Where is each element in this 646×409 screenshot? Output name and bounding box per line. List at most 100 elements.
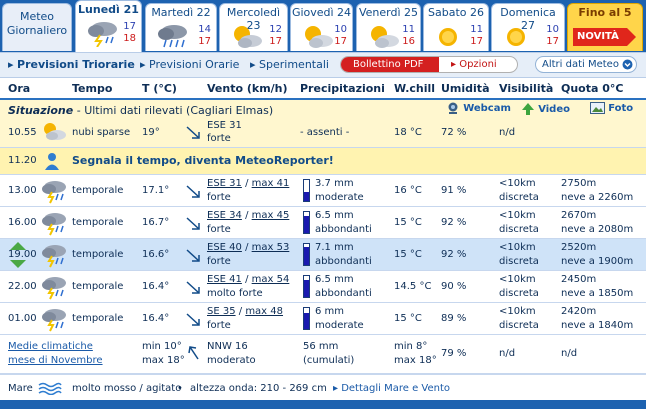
row-prec-desc: moderate [315, 192, 364, 203]
header-ora: Ora [8, 82, 31, 95]
row-temp: 16.4° [142, 313, 170, 324]
novita-badge-text: NOVITÀ [577, 31, 619, 42]
tab-day-giovedi[interactable]: Giovedì 24 10 17 [290, 3, 353, 51]
tab-meteo-giornaliero[interactable]: Meteo Giornaliero [2, 3, 72, 51]
bottom-border [0, 400, 646, 409]
tab-temp-low: 17 [470, 36, 483, 47]
storm-rain-icon [42, 181, 66, 204]
mare-bullet: • [177, 383, 183, 394]
tab-temp-high: 10 [334, 24, 347, 35]
tab-temp-high: 10 [546, 24, 559, 35]
row-neve: neve a 2260m [561, 192, 634, 203]
toolbar: ▸ Previsioni Triorarie ▸ Previsioni Orar… [0, 52, 646, 78]
row-wind: ESE 34 / max 45 [207, 210, 290, 221]
row-prec-desc: moderate [315, 320, 364, 331]
tab-day-venerdi[interactable]: Venerdì 25 11 16 [356, 3, 421, 51]
tab-day-martedi[interactable]: Martedì 22 14 17 [145, 3, 217, 51]
day-tab-bar: Meteo Giornaliero Lunedì 21 17 18 Martedì… [0, 0, 646, 52]
storm-rain-icon [42, 213, 66, 236]
forecast-row[interactable]: 19.00 temporale 16.6° ESE 40 / max 53 forte 7… [0, 239, 646, 271]
bollettino-pdf-label[interactable]: Bollettino PDF [341, 57, 439, 72]
dettagli-mare-link[interactable]: ▸ Dettagli Mare e Vento [333, 383, 450, 394]
clima-wind: NNW 16 [207, 341, 248, 352]
altri-dati-meteo-button[interactable]: Altri dati Meteo [535, 56, 637, 73]
webcam-link[interactable]: Webcam [446, 102, 511, 114]
row-prec-desc: abbondanti [315, 224, 372, 235]
precipitation-bar [303, 307, 310, 330]
row-quota: 2750m [561, 178, 597, 189]
storm-rain-icon [88, 22, 117, 47]
tab-day-sabato[interactable]: Sabato 26 11 17 [423, 3, 489, 51]
tab-meteo-line1: Meteo [19, 10, 55, 23]
forecast-row[interactable]: 13.00 temporale 17.1° ESE 31 / max 41 forte 3… [0, 175, 646, 207]
forecast-row[interactable]: 01.00 temporale 16.4° SE 35 / max 48 forte 6 … [0, 303, 646, 335]
tab-meteo-line2: Giornaliero [6, 24, 68, 37]
clima-wmin: min 8° [394, 341, 428, 352]
forecast-row[interactable]: 16.00 temporale 16.7° ESE 34 / max 45 forte 6… [0, 207, 646, 239]
tab-day-domenica[interactable]: Domenica 27 10 17 [491, 3, 565, 51]
row-wind-desc: forte [207, 320, 231, 331]
tab-fino-al-5[interactable]: Fino al 5 NOVITÀ [567, 3, 643, 51]
header-umidita: Umidità [441, 82, 490, 95]
wind-arrow-icon [186, 126, 200, 139]
situazione-time: 10.55 [8, 127, 37, 138]
header-temp: T (°C) [142, 82, 177, 95]
row-temp: 16.6° [142, 249, 170, 260]
medie-climatiche-link[interactable]: Medie climatiche [8, 341, 93, 352]
row-visib-desc: discreta [499, 320, 539, 331]
tab-day-label: Sabato 26 [428, 6, 484, 19]
video-link[interactable]: Video [521, 102, 570, 116]
header-quota: Quota 0°C [561, 82, 624, 95]
row-prec: 3.7 mm [315, 178, 354, 189]
meteoreporter-link[interactable]: Segnala il tempo, diventa MeteoReporter! [72, 154, 334, 167]
storm-rain-icon [42, 277, 66, 300]
sun-cloud-icon [305, 26, 333, 48]
mare-label: Mare [8, 383, 33, 394]
situazione-wind: ESE 31 [207, 120, 242, 131]
sun-cloud-icon [44, 123, 66, 140]
header-tempo: Tempo [72, 82, 113, 95]
clima-quota: n/d [561, 348, 578, 359]
wind-arrow-icon [186, 249, 200, 262]
row-quota: 2520m [561, 242, 597, 253]
row-prec-desc: abbondanti [315, 288, 372, 299]
opzioni-button[interactable]: ▸ Opzioni [451, 57, 497, 72]
row-temp: 17.1° [142, 185, 170, 196]
link-previsioni-triorarie[interactable]: ▸ Previsioni Triorarie [8, 58, 135, 71]
wind-arrow-icon [186, 313, 200, 326]
expand-arrows-icon[interactable] [4, 240, 32, 270]
sun-icon [507, 28, 525, 46]
user-icon [45, 153, 59, 170]
clima-wind-desc: moderato [207, 355, 256, 366]
forecast-widget: Meteo Giornaliero Lunedì 21 17 18 Martedì… [0, 0, 646, 409]
situazione-wind-desc: forte [207, 133, 231, 144]
row-tempo: temporale [72, 217, 124, 228]
tab-temp-high: 12 [269, 24, 282, 35]
wind-arrow-icon [186, 217, 200, 230]
header-wchill: W.chill [394, 82, 436, 95]
tab-day-lunedi[interactable]: Lunedì 21 17 18 [75, 0, 142, 52]
link-sperimentali[interactable]: ▸ Sperimentali [250, 58, 329, 71]
situazione-umid: 72 % [441, 127, 467, 138]
tab-temp-high: 11 [470, 24, 483, 35]
bollettino-pdf-button[interactable]: Bollettino PDF ▸ Opzioni [340, 56, 518, 73]
situazione-title-line: Situazione - Ultimi dati rilevati (Cagli… [8, 104, 274, 117]
tab-day-mercoledi[interactable]: Mercoledì 23 12 17 [219, 3, 288, 51]
row-visib-desc: discreta [499, 256, 539, 267]
link-previsioni-orarie[interactable]: ▸ Previsioni Orarie [140, 58, 239, 71]
webcam-icon [448, 102, 458, 114]
situazione-wchill: 18 °C [394, 127, 422, 138]
row-quota: 2420m [561, 306, 597, 317]
clima-umid: 79 % [441, 348, 467, 359]
row-tempo: temporale [72, 281, 124, 292]
forecast-row[interactable]: 22.00 temporale 16.4° ESE 41 / max 54 molto … [0, 271, 646, 303]
meteoreporter-row[interactable]: 11.20 Segnala il tempo, diventa MeteoRep… [0, 148, 646, 175]
tab-temp-high: 14 [198, 24, 211, 35]
foto-link[interactable]: Foto [590, 102, 633, 114]
arrow-down-circle-icon [622, 59, 633, 70]
table-header: Ora Tempo T (°C) Vento (km/h) Precipitaz… [0, 78, 646, 100]
row-time: 22.00 [8, 281, 37, 292]
sun-cloud-icon [234, 26, 262, 48]
foto-icon [590, 102, 605, 114]
mese-link[interactable]: mese di Novembre [8, 355, 103, 366]
